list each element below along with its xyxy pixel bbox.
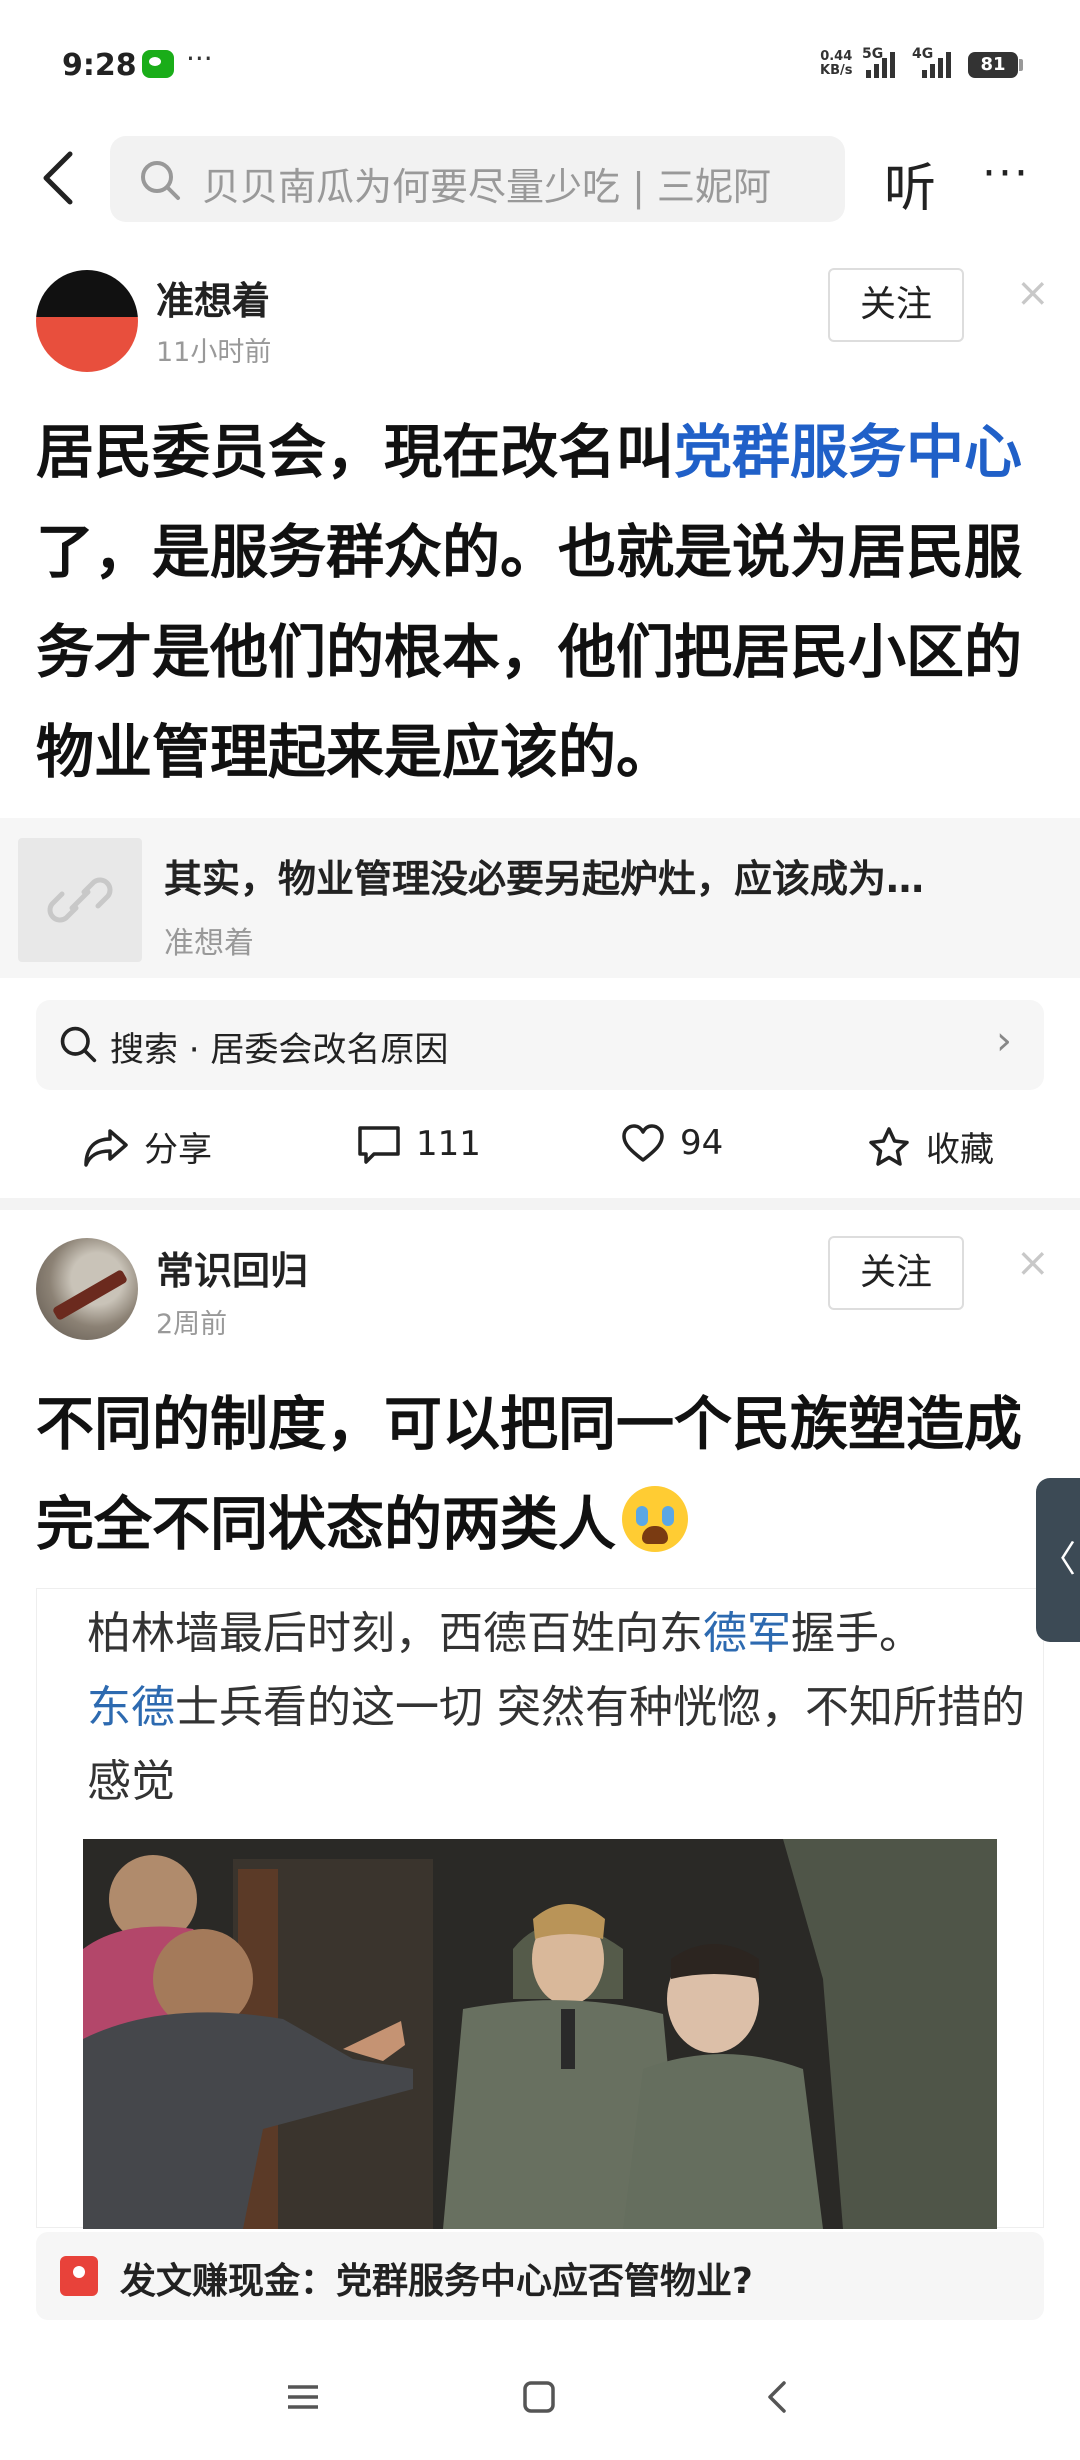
star-icon (869, 1126, 909, 1166)
follow-button[interactable]: 关注 (828, 1236, 964, 1310)
linked-article-card[interactable]: 其实，物业管理没必要另起炉灶，应该成为… 准想着 (0, 818, 1080, 978)
search-bar[interactable]: 贝贝南瓜为何要尽量少吃 | 三妮阿 (110, 136, 845, 222)
wechat-icon (142, 50, 174, 78)
search-icon (60, 1026, 97, 1063)
close-icon[interactable]: × (1016, 270, 1050, 316)
post-divider (0, 1198, 1080, 1210)
link-title: 其实，物业管理没必要另起炉灶，应该成为… (164, 857, 925, 901)
signal-icon-2 (922, 48, 951, 78)
avatar[interactable] (36, 270, 138, 372)
post-author[interactable]: 常识回归 (156, 1240, 308, 1295)
link-icon (47, 877, 113, 923)
signal-icon (866, 48, 895, 78)
home-icon[interactable] (522, 2380, 556, 2414)
image-caption: 柏林墙最后时刻，西德百姓向东德军握手。 东德士兵看的这一切 突然有种恍惚，不知所… (87, 1608, 1025, 1807)
close-icon[interactable]: × (1016, 1240, 1050, 1286)
battery-icon: 81 (968, 52, 1018, 78)
action-bar: 分享 111 94 收藏 (0, 1110, 1080, 1190)
topic-link[interactable]: 党群服务中心 (674, 418, 1022, 486)
heart-icon (622, 1124, 664, 1162)
side-drawer-handle[interactable]: 〈 (1036, 1478, 1080, 1642)
promo-banner[interactable]: 发文赚现金：党群服务中心应否管物业? (36, 2232, 1044, 2320)
network-speed: 0.44 KB/s (820, 49, 853, 78)
post-time: 2周前 (156, 1309, 228, 1340)
post-time: 11小时前 (156, 337, 272, 368)
search-suggestion[interactable]: 搜索 · 居委会改名原因 › (36, 1000, 1044, 1090)
crying-emoji-icon (622, 1486, 689, 1552)
comment-icon (358, 1126, 400, 1164)
search-suggestion-text: 搜索 · 居委会改名原因 (110, 1030, 449, 1070)
post-author[interactable]: 准想着 (156, 270, 270, 325)
berlin-wall-photo[interactable] (83, 1839, 997, 2229)
promo-icon (60, 2256, 98, 2296)
avatar[interactable] (36, 1238, 138, 1340)
status-bar: 9:28 ··· 0.44 KB/s 5G 4G 81 (0, 0, 1080, 130)
system-nav-bar (0, 2352, 1080, 2460)
search-icon (141, 161, 180, 200)
share-button[interactable]: 分享 (82, 1122, 212, 1171)
back-nav-icon[interactable] (760, 2380, 794, 2414)
chevron-right-icon: › (996, 1018, 1012, 1064)
back-button[interactable] (38, 148, 82, 208)
post-body[interactable]: 居民委员会，現在改名叫党群服务中心了，是服务群众的。也就是说为居民服务才是他们的… (36, 402, 1046, 802)
photo-illustration (83, 1839, 997, 2229)
listen-button[interactable]: 听 (884, 146, 936, 221)
follow-button[interactable]: 关注 (828, 268, 964, 342)
chevron-left-icon (43, 151, 73, 205)
battery-tip (1019, 59, 1023, 71)
favorite-button[interactable]: 收藏 (866, 1122, 994, 1171)
post-body[interactable]: 不同的制度，可以把同一个民族塑造成完全不同状态的两类人 (36, 1374, 1046, 1574)
comment-button[interactable]: 111 (356, 1122, 481, 1166)
link-author: 准想着 (164, 926, 254, 961)
post-image-card[interactable]: 柏林墙最后时刻，西德百姓向东德军握手。 东德士兵看的这一切 突然有种恍惚，不知所… (36, 1588, 1044, 2229)
link-thumbnail (18, 838, 142, 962)
more-options-button[interactable]: ··· (982, 148, 1030, 199)
like-button[interactable]: 94 (620, 1122, 723, 1164)
promo-text: 发文赚现金：党群服务中心应否管物业? (120, 2261, 753, 2302)
status-time: 9:28 (62, 48, 137, 83)
status-more-icon: ··· (186, 42, 213, 75)
share-icon (84, 1128, 128, 1167)
search-input[interactable]: 贝贝南瓜为何要尽量少吃 | 三妮阿 (202, 156, 822, 211)
menu-icon[interactable] (286, 2380, 320, 2414)
